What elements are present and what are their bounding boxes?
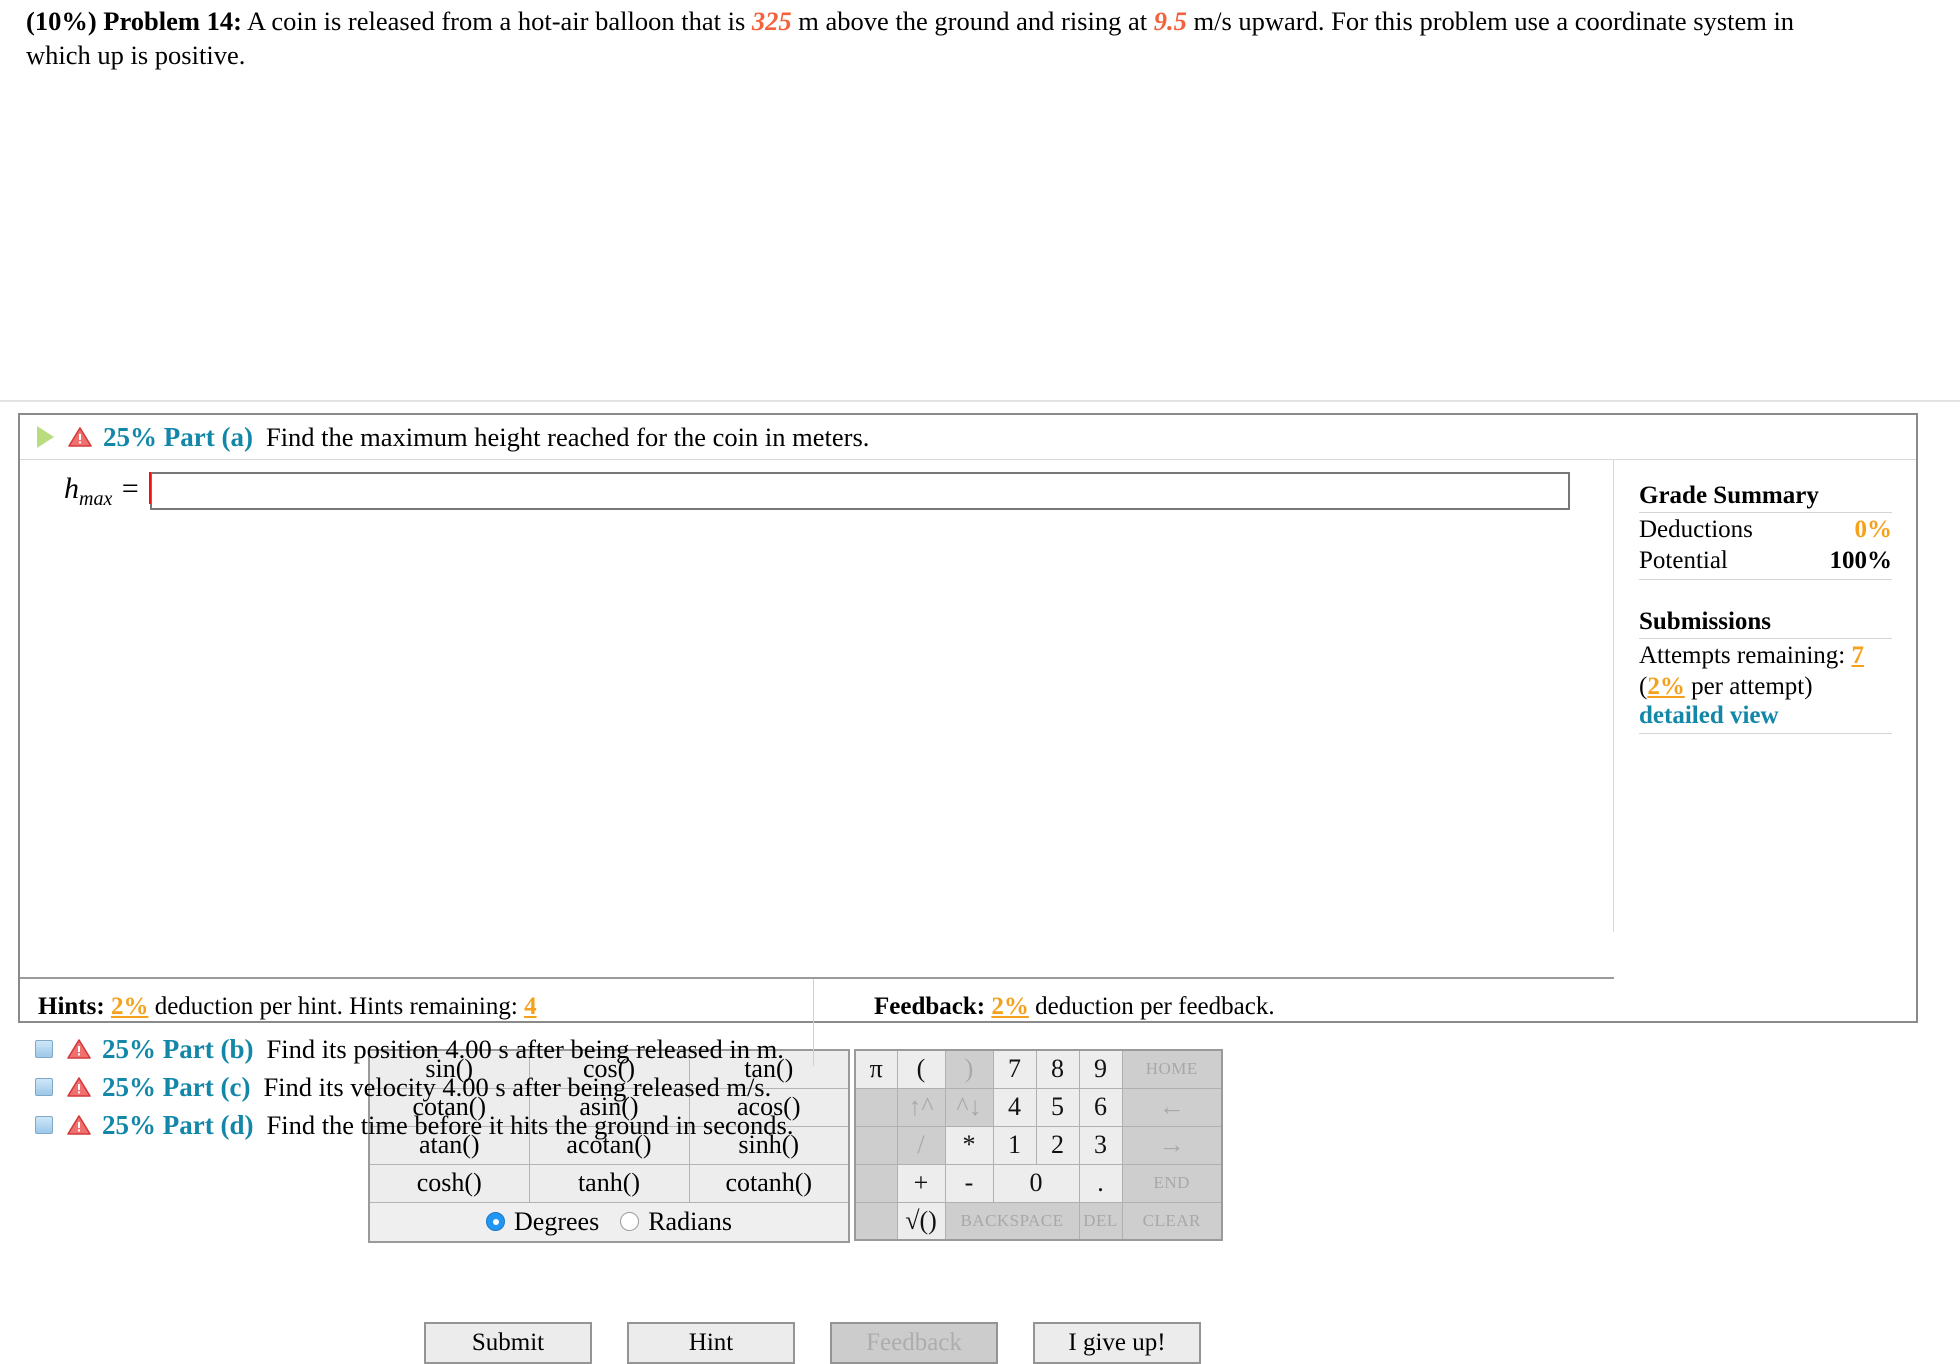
feedback-deduction-pct: 2%: [991, 993, 1029, 1020]
key-backspace: BACKSPACE: [944, 1201, 1080, 1241]
problem-value-speed: 9.5: [1153, 6, 1187, 36]
fn-key-cosh[interactable]: cosh(): [368, 1163, 530, 1203]
key-del: DEL: [1078, 1201, 1123, 1241]
collapse-square-icon[interactable]: [35, 1078, 53, 1096]
angle-mode-row: Degrees Radians: [369, 1202, 849, 1242]
hint-button[interactable]: Hint: [627, 1322, 795, 1364]
key-sqrt[interactable]: √(): [896, 1201, 946, 1241]
part-b-row[interactable]: 25% Part (b) Find its position 4.00 s af…: [18, 1030, 1918, 1068]
answer-input[interactable]: [150, 472, 1571, 510]
potential-row: Potential 100%: [1639, 546, 1892, 577]
part-b-percent-label: 25% Part (b): [102, 1033, 254, 1064]
feedback-text: Feedback: 2% deduction per feedback.: [874, 993, 1275, 1021]
fn-key-cotanh[interactable]: cotanh(): [688, 1163, 850, 1203]
part-a-percent-label: 25% Part (a): [103, 421, 253, 452]
warning-icon: [67, 1076, 91, 1098]
hints-remaining-value: 4: [524, 993, 537, 1020]
problem-text-2: m above the ground and rising at: [791, 6, 1154, 36]
submit-button[interactable]: Submit: [424, 1322, 592, 1364]
part-d-prompt: Find the time before it hits the ground …: [266, 1109, 794, 1140]
submissions-title: Submissions: [1639, 608, 1892, 639]
collapse-square-icon[interactable]: [35, 1040, 53, 1058]
submissions-divider: [1639, 733, 1892, 734]
part-a-panel: 25% Part (a) Find the maximum height rea…: [18, 413, 1918, 1364]
radio-radians-label: Radians: [648, 1206, 732, 1236]
key-blank-4: [854, 1201, 898, 1241]
radio-degrees-label: Degrees: [514, 1206, 600, 1236]
key-clear: CLEAR: [1121, 1201, 1223, 1241]
problem-percent: (10%): [26, 6, 97, 36]
problem-statement: (10%) Problem 14: A coin is released fro…: [26, 4, 1816, 73]
hints-mid-text: deduction per hint. Hints remaining:: [148, 993, 525, 1020]
key-plus[interactable]: +: [896, 1163, 946, 1203]
part-a-header[interactable]: 25% Part (a) Find the maximum height rea…: [20, 415, 1916, 460]
part-d-percent-label: 25% Part (d): [102, 1109, 254, 1140]
per-attempt-pct: 2%: [1647, 672, 1685, 700]
radio-radians[interactable]: [620, 1212, 640, 1232]
expand-triangle-icon[interactable]: [37, 426, 54, 448]
feedback-button: Feedback: [830, 1322, 998, 1364]
attempts-label: Attempts remaining:: [1639, 642, 1846, 669]
part-d-row[interactable]: 25% Part (d) Find the time before it hit…: [18, 1106, 1918, 1144]
action-buttons: Submit Hint Feedback I give up!: [424, 1322, 1201, 1364]
problem-value-height: 325: [751, 6, 792, 36]
hints-deduction-pct: 2%: [110, 993, 149, 1020]
per-attempt-close: per attempt): [1684, 672, 1813, 700]
key-decimal[interactable]: .: [1078, 1163, 1123, 1203]
part-b-prompt: Find its position 4.00 s after being rel…: [266, 1033, 784, 1064]
feedback-suffix-text: deduction per feedback.: [1028, 993, 1275, 1020]
text-cursor: [149, 472, 151, 504]
deductions-label: Deductions: [1639, 516, 1753, 543]
answer-row: hmax =: [20, 460, 1613, 522]
part-a-prompt: Find the maximum height reached for the …: [265, 421, 870, 452]
attempts-line: Attempts remaining: 7: [1639, 641, 1892, 672]
give-up-button[interactable]: I give up!: [1033, 1322, 1201, 1364]
grade-summary-title: Grade Summary: [1639, 482, 1892, 513]
other-parts-list: 25% Part (b) Find its position 4.00 s af…: [18, 1030, 1918, 1144]
part-c-row[interactable]: 25% Part (c) Find its velocity 4.00 s af…: [18, 1068, 1918, 1106]
hints-text: Hints: 2% deduction per hint. Hints rema…: [38, 993, 537, 1021]
grade-summary-panel: Grade Summary Deductions 0% Potential 10…: [1615, 460, 1916, 932]
key-blank-3: [854, 1163, 898, 1203]
deductions-value: 0%: [1854, 516, 1893, 543]
feedback-prefix: Feedback:: [874, 993, 986, 1020]
part-c-percent-label: 25% Part (c): [102, 1071, 251, 1102]
hints-prefix: Hints:: [38, 993, 105, 1020]
part-c-prompt: Find its velocity 4.00 s after being rel…: [263, 1071, 772, 1102]
collapse-square-icon[interactable]: [35, 1116, 53, 1134]
problem-text-1: A coin is released from a hot-air balloo…: [241, 6, 752, 36]
problem-label: Problem 14:: [103, 6, 242, 36]
attempts-value: 7: [1851, 642, 1864, 669]
deductions-row: Deductions 0%: [1639, 515, 1892, 546]
potential-label: Potential: [1639, 546, 1728, 574]
answer-region: hmax = sin() cos() tan() cotan() asin() …: [20, 460, 1614, 1364]
fn-key-tanh[interactable]: tanh(): [528, 1163, 690, 1203]
warning-icon: [67, 1038, 91, 1060]
warning-icon: [68, 426, 92, 448]
answer-variable-label: hmax =: [64, 471, 141, 510]
key-minus[interactable]: -: [944, 1163, 994, 1203]
key-0[interactable]: 0: [992, 1163, 1080, 1203]
per-attempt-line: (2% per attempt): [1639, 672, 1892, 703]
key-end: END: [1121, 1163, 1223, 1203]
detailed-view-link[interactable]: detailed view: [1639, 702, 1779, 730]
potential-value: 100%: [1829, 546, 1893, 574]
warning-icon: [67, 1114, 91, 1136]
horizontal-rule: [0, 400, 1960, 402]
radio-degrees[interactable]: [486, 1212, 506, 1232]
